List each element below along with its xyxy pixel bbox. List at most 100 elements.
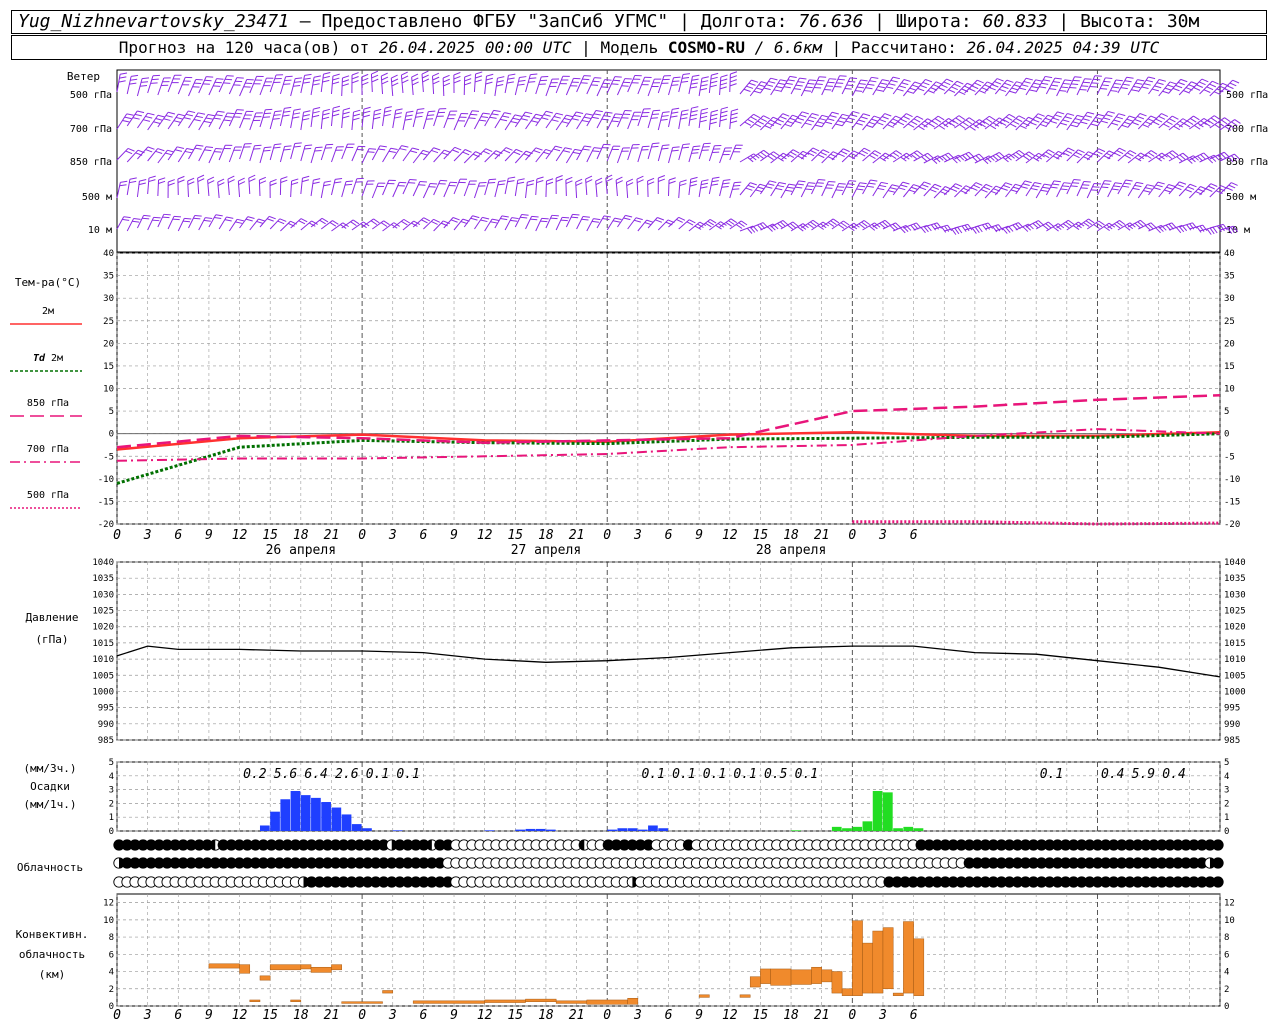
wind-barb-flag [130,78,138,81]
wind-barb-flag [294,142,302,145]
wind-barb-flag [1166,186,1174,190]
wind-barb-flag [301,179,309,183]
wind-barb-flag [379,145,387,148]
forecast-prefix: Прогноз на 120 часа(ов) от [118,38,370,57]
wind-barb-flag [700,182,709,186]
wind-barb-flag [1100,87,1108,90]
wind-barb-flag [422,74,429,79]
convective-xtick: 0 [848,1008,856,1023]
wind-barb-flag [1070,185,1078,187]
wind-barb-flag [1037,113,1045,117]
wind-barb [831,148,844,161]
wind-barb-flag [954,227,960,235]
wind-barb-flag [471,110,480,112]
temp-ytick: -5 [103,452,114,462]
wind-barb-flag [291,181,299,186]
wind-barb-flag [474,79,482,83]
wind-barb [688,179,692,196]
wind-barb [136,181,140,198]
wind-barb-flag [177,175,185,180]
pressure-ytick-right: 1030 [1224,590,1246,600]
wind-barb-flag [849,180,857,182]
convective-xtick: 21 [569,1008,585,1023]
pressure-ytick-right: 1025 [1224,607,1246,617]
wind-barb-flag [634,219,642,223]
wind-barb-flag [821,114,829,118]
wind-barb-flag [879,118,887,123]
wind-barb-flag [1142,124,1150,128]
wind-barb-flag [690,86,698,89]
wind-barb-flag [293,112,301,115]
wind-barb-flag [1063,182,1071,184]
wind-barb-flag [1005,182,1013,186]
wind-barb [300,145,306,162]
wind-barb-flag [1183,90,1190,94]
wind-barb [494,147,507,160]
wind-barb-flag [615,176,623,181]
wind-barb-flag [829,78,837,80]
wind-barb [862,77,872,94]
wind-barb-flag [1065,149,1073,154]
wind-barb [688,76,693,95]
temp-xtick: 0 [603,528,611,543]
wind-barb-flag [203,120,211,124]
pressure-ytick: 1030 [92,590,114,600]
wind-barb [310,77,315,96]
precip-bar-green [842,828,852,831]
wind-barb-flag [139,85,148,87]
wind-barb [116,216,125,230]
wind-barb [167,216,175,230]
wind-barb [494,78,498,97]
wind-barb-flag [672,146,680,149]
wind-barb-flag [323,108,331,112]
wind-barb [616,110,626,128]
wind-barb-flag [720,110,728,114]
wind-barb-flag [1090,123,1098,127]
calc-date: 26.04.2025 04:39 UTC [966,38,1160,57]
convective-bar [872,930,884,994]
wind-barb-flag [911,186,919,190]
wind-barb-flag [765,186,773,189]
wind-barb-flag [914,81,922,85]
wind-barb-flag [530,73,538,76]
wind-barb-flag [1113,119,1121,123]
wind-barb-flag [785,189,793,192]
wind-barb-flag [1158,78,1167,82]
wind-barb-flag [879,184,887,188]
wind-barb-flag [172,218,180,221]
wind-barb-flag [195,115,203,119]
wind-barb [331,146,338,163]
wind-barb-flag [1052,117,1060,121]
wind-barb-flag [991,84,999,88]
wind-barb-flag [847,117,855,121]
wind-barb [668,179,670,197]
wind-barb-flag [658,175,665,179]
wind-barb-flag [699,88,708,91]
precip-ytick: 1 [109,813,114,823]
wind-barb-flag [605,111,613,114]
wind-barb-flag [978,90,986,94]
wind-barb-flag [779,116,787,120]
temp-xtick: 15 [507,528,523,543]
wind-barb-flag [887,124,894,128]
wind-barb-flag [1072,182,1080,184]
wind-barb-flag [863,113,871,117]
wind-barb-flag [817,154,825,159]
precip-ytick: 4 [109,772,114,782]
temp-xtick: 9 [205,528,213,543]
precip-bar-blue [362,828,372,831]
wind-barb-flag [207,114,215,117]
wind-barb-flag [472,215,480,219]
wind-barb-flag [345,180,354,183]
wind-barb-flag [773,89,781,92]
wind-barb-flag [1137,79,1145,82]
convective-bar [249,999,261,1002]
wind-barb-flag [452,217,460,221]
wind-barb-flag [688,219,696,224]
wind-barb-flag [751,79,759,83]
wind-barb-flag [520,216,528,219]
wind-barb-flag [1093,153,1101,158]
wind-barb-flag [142,77,150,80]
wind-barb-flag [1093,183,1102,185]
convective-ytick: 12 [103,899,114,909]
